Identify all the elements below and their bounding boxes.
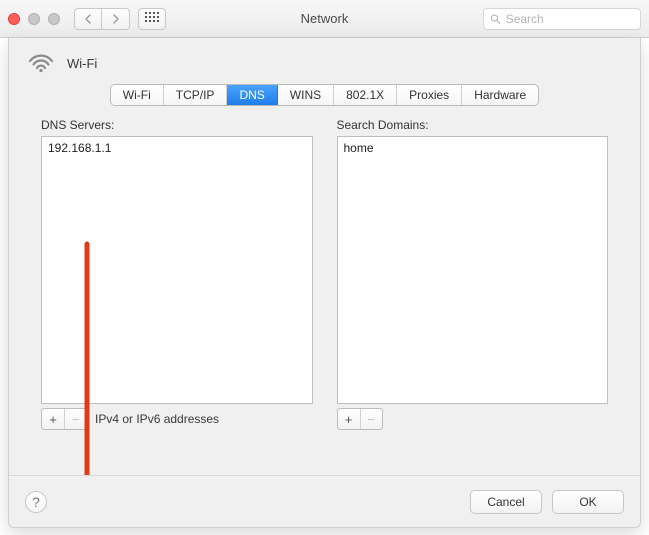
- list-item[interactable]: 192.168.1.1: [48, 139, 306, 157]
- interface-header: Wi-Fi: [9, 38, 640, 82]
- dns-lists: DNS Servers: 192.168.1.1 + − IPv4 or IPv…: [9, 118, 640, 430]
- dns-servers-label: DNS Servers:: [41, 118, 313, 132]
- chevron-left-icon: [84, 14, 92, 24]
- tab-bar: Wi-Fi TCP/IP DNS WINS 802.1X Proxies Har…: [9, 82, 640, 118]
- help-button[interactable]: ?: [25, 491, 47, 513]
- search-domains-label: Search Domains:: [337, 118, 609, 132]
- search-domains-listbox[interactable]: home: [337, 136, 609, 404]
- tab-wins[interactable]: WINS: [278, 85, 334, 105]
- list-item[interactable]: home: [344, 139, 602, 157]
- dns-servers-listbox[interactable]: 192.168.1.1: [41, 136, 313, 404]
- advanced-sheet: Wi-Fi Wi-Fi TCP/IP DNS WINS 802.1X Proxi…: [8, 38, 641, 528]
- remove-dns-server-button[interactable]: −: [64, 409, 86, 429]
- dns-servers-hint: IPv4 or IPv6 addresses: [95, 412, 219, 426]
- dns-servers-column: DNS Servers: 192.168.1.1 + − IPv4 or IPv…: [41, 118, 313, 430]
- search-icon: [490, 13, 501, 25]
- cancel-button[interactable]: Cancel: [470, 490, 542, 514]
- zoom-window-button: [48, 13, 60, 25]
- remove-search-domain-button[interactable]: −: [360, 409, 382, 429]
- minimize-window-button: [28, 13, 40, 25]
- close-window-button[interactable]: [8, 13, 20, 25]
- search-field-wrap[interactable]: [483, 8, 641, 30]
- add-search-domain-button[interactable]: +: [338, 409, 360, 429]
- dns-servers-pm-group: + −: [41, 408, 87, 430]
- show-all-button[interactable]: [138, 8, 166, 30]
- tab-proxies[interactable]: Proxies: [397, 85, 462, 105]
- ok-button[interactable]: OK: [552, 490, 624, 514]
- chevron-right-icon: [112, 14, 120, 24]
- tab-strip: Wi-Fi TCP/IP DNS WINS 802.1X Proxies Har…: [110, 84, 539, 106]
- search-input[interactable]: [506, 12, 634, 26]
- wifi-icon: [27, 52, 55, 74]
- search-domains-footer: + −: [337, 408, 609, 430]
- tab-tcpip[interactable]: TCP/IP: [164, 85, 228, 105]
- titlebar: Network: [0, 0, 649, 38]
- interface-name: Wi-Fi: [67, 56, 97, 71]
- tab-8021x[interactable]: 802.1X: [334, 85, 397, 105]
- tab-dns[interactable]: DNS: [227, 85, 277, 105]
- add-dns-server-button[interactable]: +: [42, 409, 64, 429]
- dns-servers-footer: + − IPv4 or IPv6 addresses: [41, 408, 313, 430]
- back-button[interactable]: [74, 8, 102, 30]
- window-controls: [8, 13, 60, 25]
- search-domains-column: Search Domains: home + −: [337, 118, 609, 430]
- footer-actions: Cancel OK: [470, 490, 624, 514]
- tab-hardware[interactable]: Hardware: [462, 85, 538, 105]
- tab-wifi[interactable]: Wi-Fi: [111, 85, 164, 105]
- sheet-footer: ? Cancel OK: [9, 475, 640, 527]
- search-domains-pm-group: + −: [337, 408, 383, 430]
- forward-button[interactable]: [102, 8, 130, 30]
- nav-buttons: [74, 8, 130, 30]
- grid-icon: [145, 12, 159, 26]
